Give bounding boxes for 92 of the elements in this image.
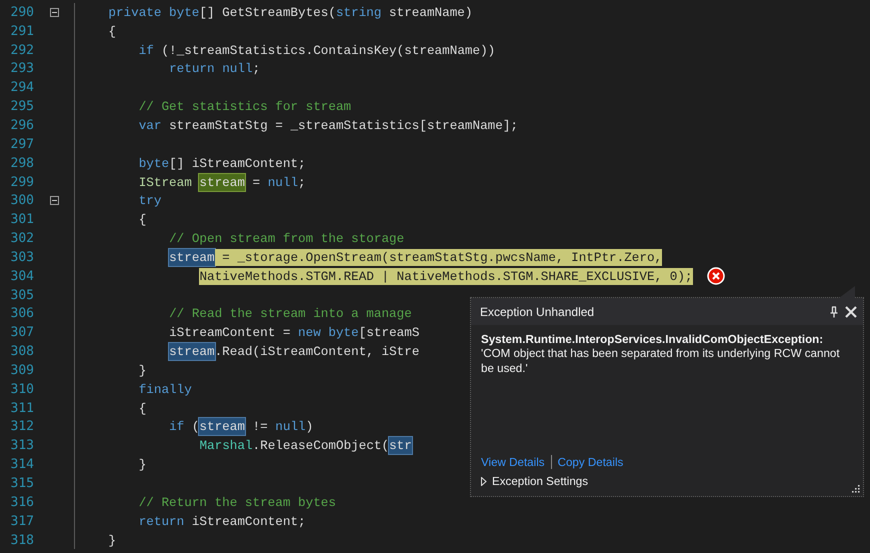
code-token: = bbox=[252, 174, 262, 191]
line-number: 299 bbox=[10, 174, 34, 190]
code-token: Marshal bbox=[199, 437, 253, 454]
code-token: NativeMethods.STGM.READ | NativeMethods.STGM.SHARE_EXCLUSIVE, 0); bbox=[199, 268, 693, 285]
line-number: 309 bbox=[10, 362, 34, 378]
code-token: return bbox=[138, 512, 184, 530]
code-token: if bbox=[138, 42, 154, 59]
code-token: // Read the stream into a manage bbox=[169, 305, 412, 322]
code-token: [streamS bbox=[358, 324, 420, 342]
code-token: != bbox=[252, 418, 269, 436]
line-number: 292 bbox=[10, 42, 34, 58]
code-token: [] GetStreamBytes( bbox=[199, 4, 336, 21]
code-token: finally bbox=[138, 380, 192, 398]
popup-title: Exception Unhandled bbox=[480, 304, 596, 318]
code-token: // Return the stream bytes bbox=[138, 494, 336, 511]
code-token: ; bbox=[252, 60, 260, 78]
code-token: { bbox=[138, 211, 146, 228]
code-token: string bbox=[336, 4, 382, 21]
code-token: } bbox=[138, 362, 146, 379]
code-token: iStreamContent = bbox=[169, 324, 292, 342]
code-token: try bbox=[138, 192, 162, 210]
code-token: ; bbox=[298, 174, 306, 191]
highlighted-symbol: stream bbox=[169, 343, 215, 360]
line-number: 318 bbox=[10, 532, 34, 548]
code-token: { bbox=[108, 22, 116, 40]
close-icon[interactable] bbox=[845, 306, 857, 318]
code-token: .ReleaseComObject( bbox=[252, 437, 390, 454]
code-token: streamName) bbox=[388, 4, 472, 21]
line-number: 306 bbox=[10, 306, 34, 322]
line-number: 291 bbox=[10, 24, 34, 39]
line-number: 308 bbox=[10, 344, 34, 360]
code-token: null bbox=[268, 174, 298, 191]
line-number: 295 bbox=[10, 99, 34, 114]
line-number: 298 bbox=[10, 156, 34, 171]
code-token: return bbox=[169, 60, 216, 78]
collapse-icon[interactable] bbox=[50, 8, 58, 17]
line-number: 316 bbox=[10, 494, 34, 510]
code-token: } bbox=[138, 456, 146, 474]
code-token: { bbox=[138, 400, 146, 417]
line-number: 293 bbox=[10, 61, 34, 76]
expand-triangle-icon bbox=[481, 477, 487, 486]
code-token: new bbox=[298, 324, 322, 342]
exception-settings-toggle[interactable]: Exception Settings bbox=[481, 475, 588, 488]
code-token: IStream bbox=[138, 174, 193, 191]
code-token: var bbox=[138, 116, 162, 134]
code-token: ) bbox=[306, 418, 314, 436]
line-number: 314 bbox=[10, 457, 34, 472]
line-number: 301 bbox=[10, 212, 34, 228]
line-number: 310 bbox=[10, 382, 34, 397]
code-token: .Read(iStreamContent, iStre bbox=[214, 343, 420, 360]
line-number: 296 bbox=[10, 118, 34, 133]
line-number: 300 bbox=[10, 193, 34, 208]
code-token: if bbox=[169, 418, 184, 436]
line-number: 303 bbox=[10, 250, 34, 265]
line-number: 302 bbox=[10, 231, 34, 246]
line-number: 304 bbox=[10, 268, 34, 284]
line-number: 311 bbox=[10, 400, 34, 416]
line-number: 313 bbox=[10, 438, 34, 454]
line-number: 290 bbox=[10, 4, 34, 20]
code-token: // Open stream from the storage bbox=[169, 230, 404, 248]
code-token: streamStatStg = _streamStatistics[streamName]; bbox=[168, 116, 518, 134]
code-token: = _storage.OpenStream(streamStatStg.pwcsName, IntPtr.Zero, bbox=[214, 248, 662, 266]
highlighted-symbol: str bbox=[389, 437, 412, 454]
code-token: null bbox=[222, 60, 253, 78]
line-number: 307 bbox=[10, 325, 34, 340]
code-token: null bbox=[275, 418, 306, 436]
code-token: byte bbox=[169, 4, 200, 21]
highlighted-symbol: stream bbox=[199, 418, 245, 436]
line-number: 312 bbox=[10, 419, 34, 434]
code-token: iStreamContent; bbox=[190, 512, 306, 530]
code-token: (!_streamStatistics.ContainsKey(streamName)) bbox=[160, 42, 496, 59]
code-token: [] iStreamContent; bbox=[169, 154, 306, 172]
code-token: ( bbox=[190, 418, 200, 436]
line-number: 305 bbox=[10, 288, 34, 303]
code-token: // Get statistics for stream bbox=[138, 98, 352, 116]
line-number: 315 bbox=[10, 476, 34, 492]
line-number: 294 bbox=[10, 80, 34, 96]
pin-icon[interactable] bbox=[829, 306, 839, 318]
code-token: private bbox=[108, 4, 162, 21]
code-token: } bbox=[108, 532, 116, 549]
code-token: byte bbox=[328, 324, 359, 342]
exception-type: System.Runtime.InteropServices.InvalidComObjectException: bbox=[481, 333, 824, 346]
line-number: 297 bbox=[10, 136, 34, 152]
code-token: byte bbox=[138, 154, 170, 172]
resize-grip-icon[interactable] bbox=[850, 483, 860, 493]
details-link[interactable]: View Details bbox=[481, 456, 545, 468]
line-number: 317 bbox=[10, 514, 34, 529]
collapse-icon[interactable] bbox=[50, 196, 58, 206]
details-link[interactable]: Copy Details bbox=[558, 456, 624, 468]
highlighted-symbol: stream bbox=[169, 248, 215, 266]
highlighted-symbol: stream bbox=[199, 174, 245, 191]
exception-message: 'COM object that has been separated from its underlying RCW cannot be used.' bbox=[481, 346, 841, 376]
